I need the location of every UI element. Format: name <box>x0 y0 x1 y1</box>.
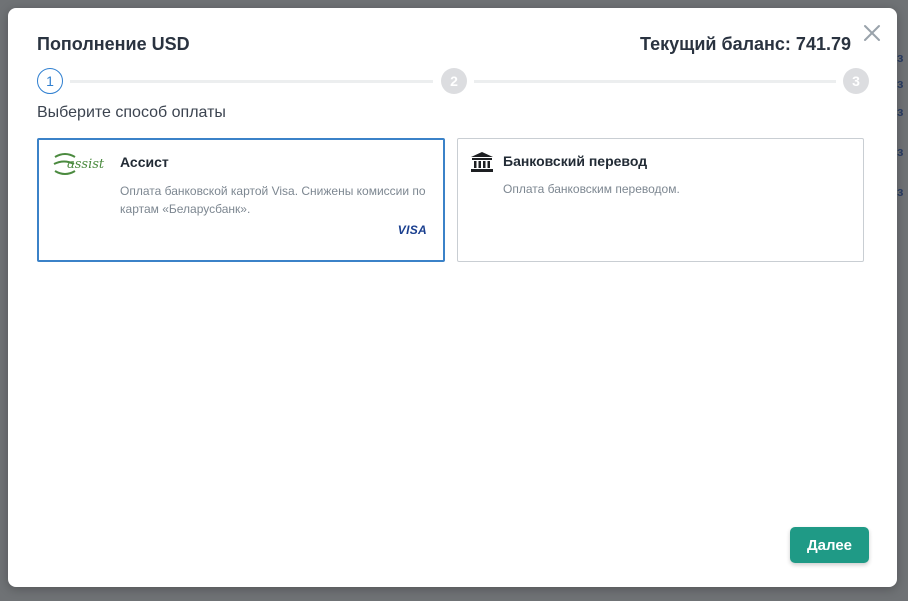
step-connector <box>474 80 836 83</box>
step-3: 3 <box>843 68 869 94</box>
payment-method-assist[interactable]: assist Ассист Оплата банковской картой V… <box>37 138 445 262</box>
bank-transfer-description: Оплата банковским переводом. <box>503 182 680 196</box>
assist-title: Ассист <box>120 154 169 170</box>
backdrop-fragment: з <box>897 50 904 65</box>
bank-icon <box>470 151 494 178</box>
step-2: 2 <box>441 68 467 94</box>
backdrop-fragment: з <box>897 144 904 159</box>
close-icon[interactable] <box>863 24 881 42</box>
backdrop-fragment: з <box>897 184 904 199</box>
payment-method-bank-transfer[interactable]: Банковский перевод Оплата банковским пер… <box>457 138 864 262</box>
assist-logo: assist <box>53 152 113 181</box>
bank-transfer-title: Банковский перевод <box>503 153 648 169</box>
backdrop-fragment: з <box>897 104 904 119</box>
current-balance: Текущий баланс: 741.79 <box>640 34 851 54</box>
assist-description: Оплата банковской картой Visa. Снижены к… <box>120 184 426 216</box>
payment-method-prompt: Выберите способ оплаты <box>37 104 226 121</box>
payment-modal: Пополнение USD Текущий баланс: 741.79 1 … <box>8 8 897 587</box>
next-button[interactable]: Далее <box>790 527 869 563</box>
assist-logo-text: assist <box>67 157 105 172</box>
visa-badge: VISA <box>397 223 427 237</box>
step-connector <box>70 80 433 83</box>
step-1: 1 <box>37 68 63 94</box>
backdrop-fragment: з <box>897 76 904 91</box>
modal-title: Пополнение USD <box>37 34 190 54</box>
